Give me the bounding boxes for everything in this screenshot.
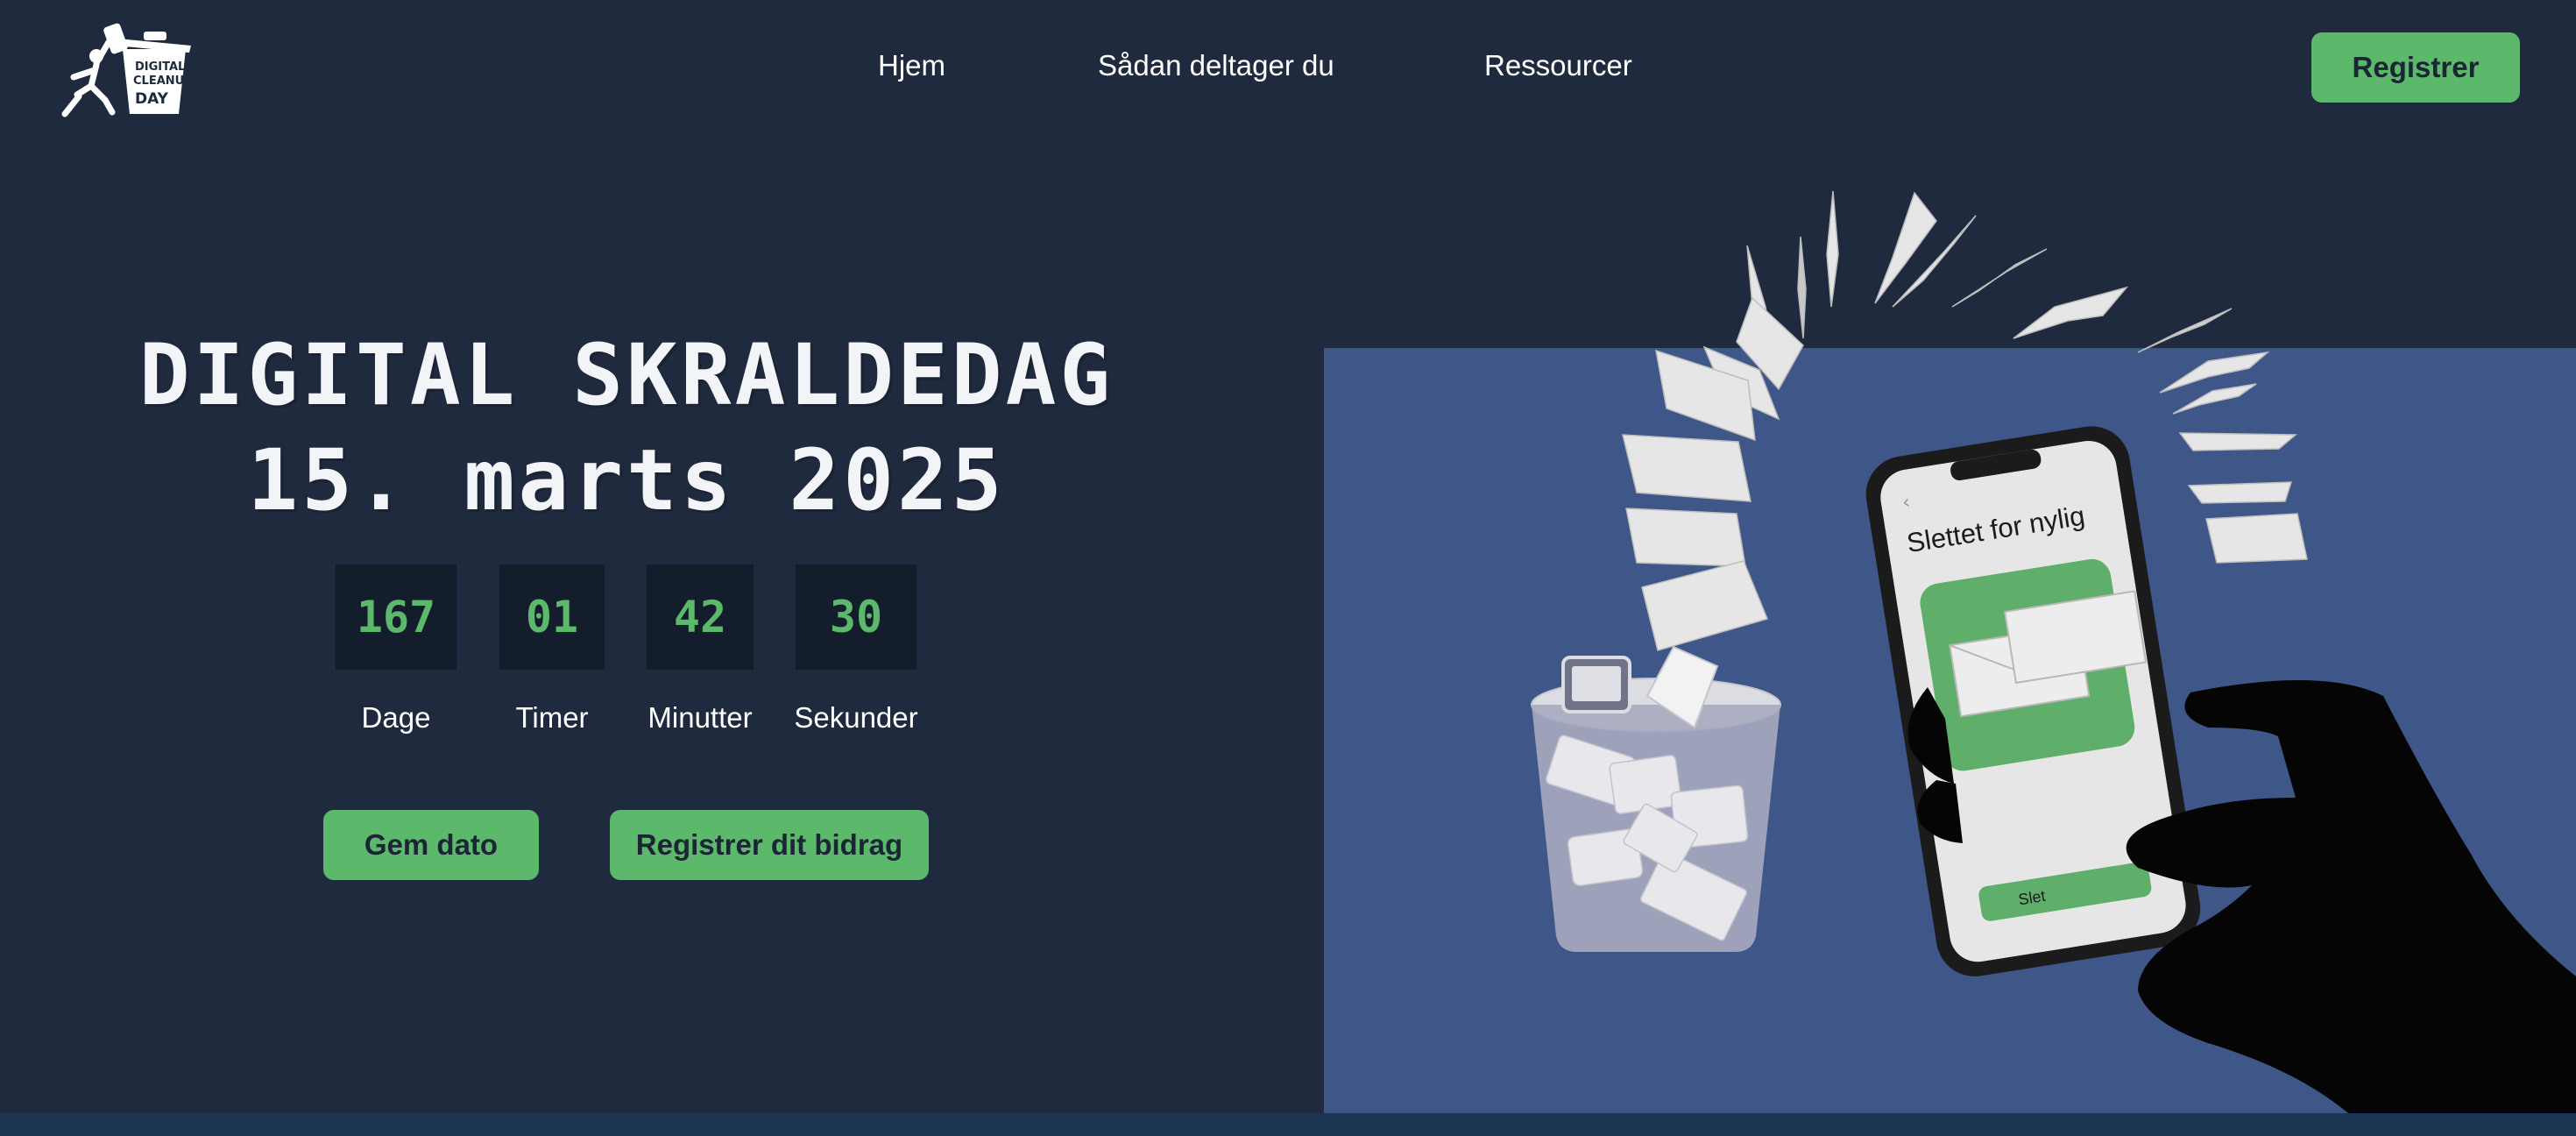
countdown-minutes-label: Minutter (648, 701, 753, 734)
hero-date: 15. marts 2025 (247, 431, 1006, 529)
logo-text-line-1: DIGITAL (135, 60, 185, 74)
nav-link-resources[interactable]: Ressourcer (1484, 49, 1632, 82)
logo-text-line-3: DAY (135, 90, 169, 108)
logo-text-line-2: CLEANUP (133, 75, 193, 88)
countdown-days-label: Dage (361, 701, 431, 734)
nav-link-how-to-participate[interactable]: Sådan deltager du (1098, 49, 1334, 82)
nav-link-home[interactable]: Hjem (878, 49, 945, 82)
bottom-section-edge (0, 1113, 2576, 1136)
register-contribution-button[interactable]: Registrer dit bidrag (610, 810, 929, 880)
digital-cleanup-day-logo[interactable]: DIGITAL CLEANUP DAY (61, 16, 193, 117)
hero-title: DIGITAL SKRALDEDAG (138, 326, 1115, 424)
countdown-seconds-label: Sekunder (794, 701, 918, 734)
register-button[interactable]: Registrer (2311, 32, 2520, 103)
countdown-days-value: 167 (336, 564, 456, 670)
countdown-minutes-value: 42 (647, 564, 754, 670)
save-date-button[interactable]: Gem dato (323, 810, 539, 880)
top-navigation: DIGITAL CLEANUP DAY Hjem Sådan deltager … (0, 0, 2576, 136)
countdown-seconds-value: 30 (796, 564, 916, 670)
hero-illustration: ‹ Slettet for nylig Slet (1324, 190, 2576, 1113)
countdown-hours-value: 01 (499, 564, 605, 670)
trash-bin-icon (1531, 645, 1781, 952)
